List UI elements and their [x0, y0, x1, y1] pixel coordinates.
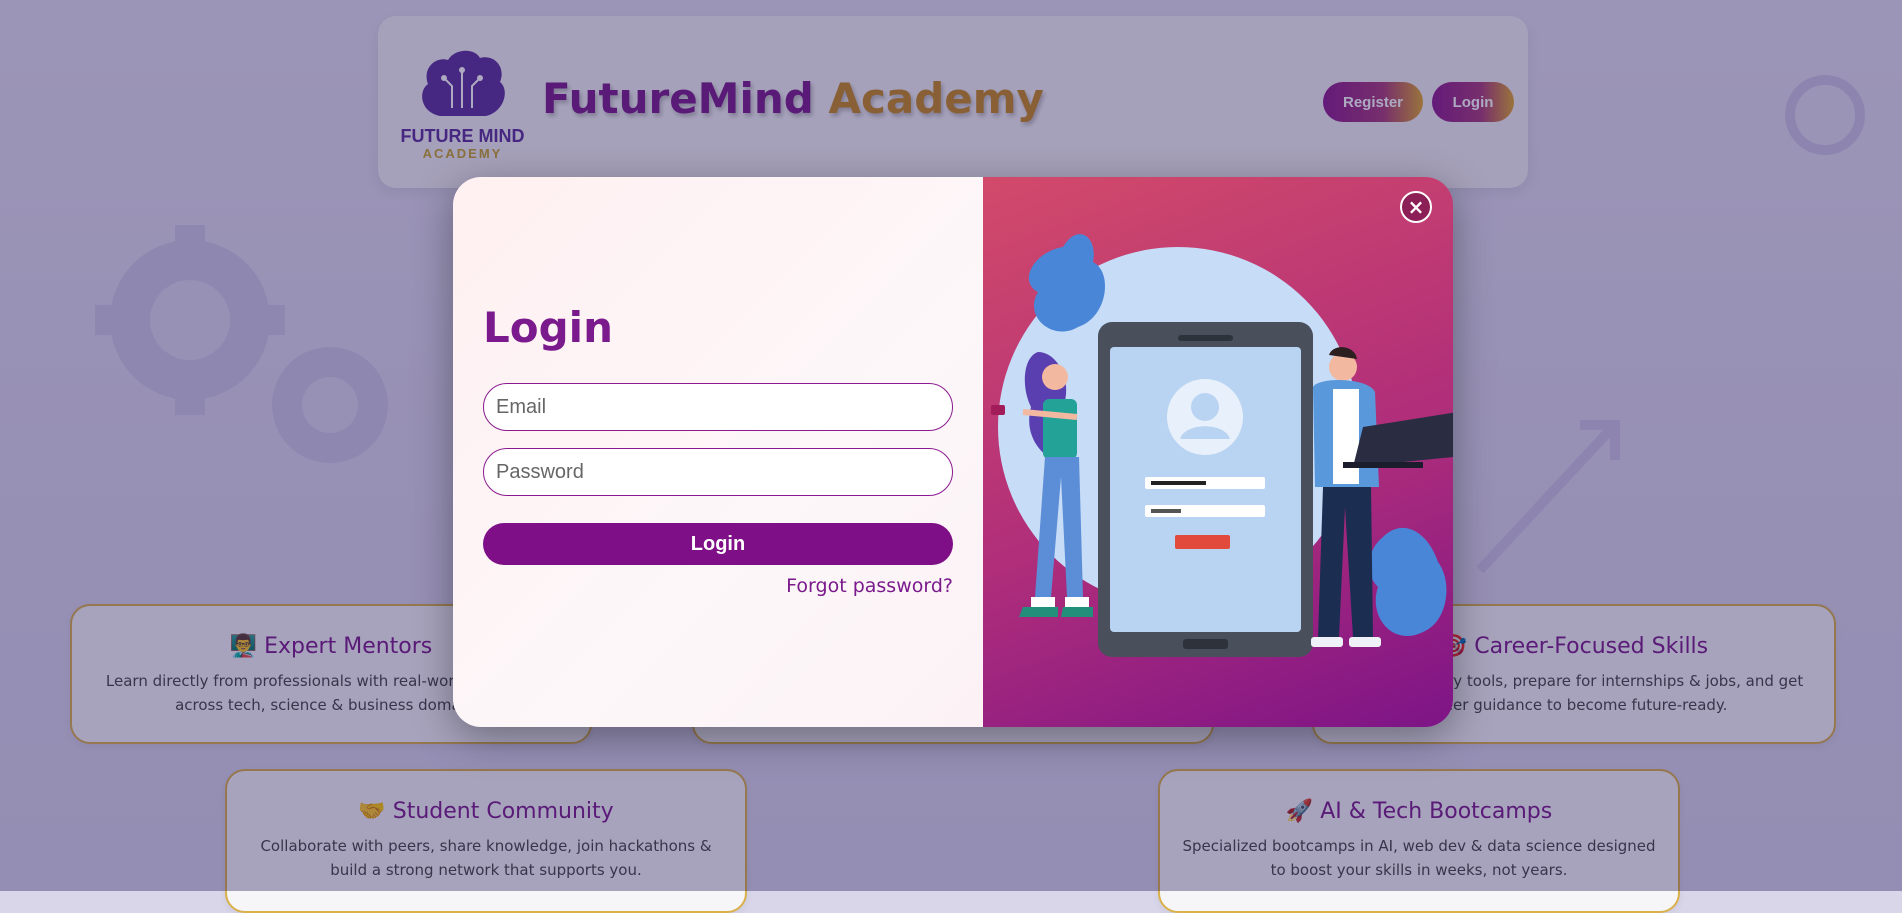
password-field[interactable]	[483, 448, 953, 496]
login-form-panel: Login Login Forgot password?	[453, 177, 983, 727]
forgot-password-link[interactable]: Forgot password?	[786, 575, 953, 597]
close-modal-button[interactable]: ×	[1400, 191, 1432, 223]
email-field[interactable]	[483, 383, 953, 431]
modal-title: Login	[483, 303, 613, 352]
login-modal: Login Login Forgot password?	[453, 177, 1453, 727]
login-submit-button[interactable]: Login	[483, 523, 953, 565]
login-illustration	[991, 234, 1453, 657]
login-illustration-panel	[983, 177, 1453, 727]
